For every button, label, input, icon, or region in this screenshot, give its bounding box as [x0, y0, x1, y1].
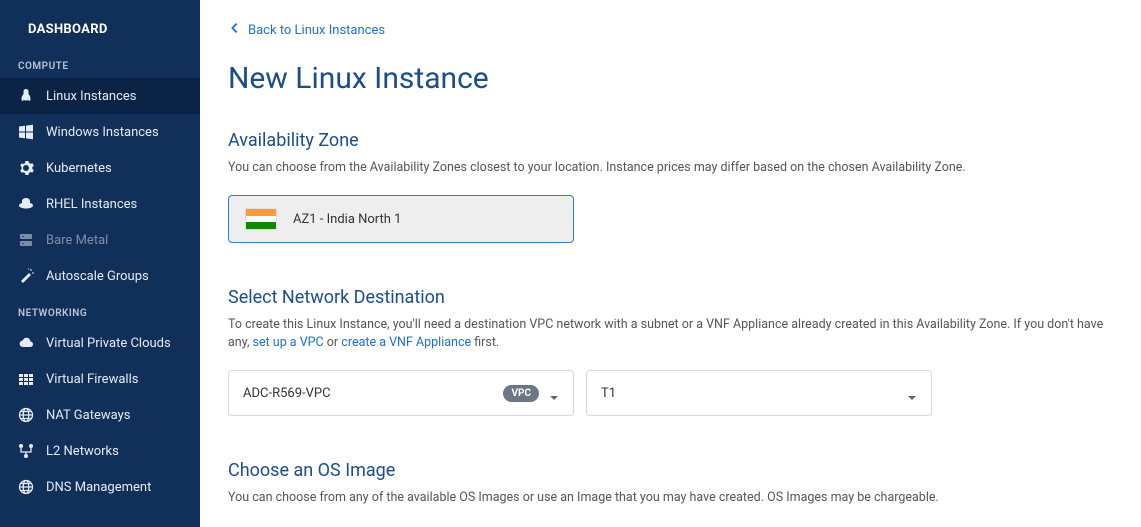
page-title: New Linux Instance	[228, 61, 1113, 96]
chevron-down-icon	[907, 388, 917, 398]
sidebar-item-virtual-firewalls[interactable]: Virtual Firewalls	[0, 361, 200, 397]
set-up-vpc-link[interactable]: set up a VPC	[253, 335, 324, 350]
sidebar-item-dns-management[interactable]: DNS Management	[0, 469, 200, 505]
vpc-select-value: ADC-R569-VPC	[243, 386, 331, 401]
diagram-icon	[18, 443, 34, 459]
sidebar-item-label: Kubernetes	[46, 161, 112, 176]
windows-icon	[18, 124, 34, 140]
sidebar-item-l2-networks[interactable]: L2 Networks	[0, 433, 200, 469]
gear-icon	[18, 160, 34, 176]
sidebar-item-dashboard[interactable]: DASHBOARD	[0, 10, 200, 47]
subnet-select[interactable]: T1	[586, 370, 932, 416]
server-icon	[18, 232, 34, 248]
sidebar-item-rhel-instances[interactable]: RHEL Instances	[0, 186, 200, 222]
back-to-linux-instances-link[interactable]: Back to Linux Instances	[228, 21, 385, 39]
main-content: Back to Linux Instances New Linux Instan…	[200, 0, 1141, 527]
sidebar-item-bare-metal[interactable]: Bare Metal	[0, 222, 200, 258]
sidebar-item-label: DNS Management	[46, 480, 151, 495]
sidebar-item-label: Linux Instances	[46, 89, 137, 104]
sidebar-item-nat-gateways[interactable]: NAT Gateways	[0, 397, 200, 433]
arrow-left-icon	[228, 21, 242, 39]
sidebar-item-linux-instances[interactable]: Linux Instances	[0, 78, 200, 114]
sidebar: DASHBOARD COMPUTE Linux Instances Windows…	[0, 0, 200, 527]
sidebar-item-kubernetes[interactable]: Kubernetes	[0, 150, 200, 186]
sidebar-section-networking: NETWORKING	[0, 294, 200, 325]
sidebar-item-label: L2 Networks	[46, 444, 119, 459]
sidebar-item-label: Virtual Firewalls	[46, 372, 138, 387]
sidebar-section-compute: COMPUTE	[0, 47, 200, 78]
back-link-label: Back to Linux Instances	[248, 23, 385, 38]
network-description: To create this Linux Instance, you'll ne…	[228, 316, 1113, 352]
az-card-india-north-1[interactable]: AZ1 - India North 1	[228, 195, 574, 243]
os-heading: Choose an OS Image	[228, 460, 1113, 481]
linux-icon	[18, 88, 34, 104]
india-flag-icon	[245, 208, 277, 230]
firewall-icon	[18, 371, 34, 387]
vpc-badge: VPC	[503, 385, 539, 402]
sidebar-dashboard-label: DASHBOARD	[28, 22, 108, 37]
sidebar-item-virtual-private-clouds[interactable]: Virtual Private Clouds	[0, 325, 200, 361]
globe-icon	[18, 479, 34, 495]
subnet-select-value: T1	[601, 386, 616, 401]
create-vnf-appliance-link[interactable]: create a VNF Appliance	[341, 335, 471, 350]
hat-icon	[18, 196, 34, 212]
vpc-select[interactable]: ADC-R569-VPC VPC	[228, 370, 574, 416]
sidebar-item-label: RHEL Instances	[46, 197, 137, 212]
az-card-label: AZ1 - India North 1	[293, 212, 401, 227]
os-description: You can choose from any of the available…	[228, 489, 1113, 507]
az-description: You can choose from the Availability Zon…	[228, 159, 1113, 177]
sidebar-item-label: Autoscale Groups	[46, 269, 149, 284]
sidebar-item-label: NAT Gateways	[46, 408, 130, 423]
sidebar-item-autoscale-groups[interactable]: Autoscale Groups	[0, 258, 200, 294]
cloud-icon	[18, 335, 34, 351]
wand-icon	[18, 268, 34, 284]
sidebar-item-label: Bare Metal	[46, 233, 108, 248]
globe-icon	[18, 407, 34, 423]
chevron-down-icon	[549, 388, 559, 398]
sidebar-item-label: Windows Instances	[46, 125, 159, 140]
sidebar-item-windows-instances[interactable]: Windows Instances	[0, 114, 200, 150]
network-heading: Select Network Destination	[228, 287, 1113, 308]
sidebar-item-label: Virtual Private Clouds	[46, 336, 171, 351]
az-heading: Availability Zone	[228, 130, 1113, 151]
